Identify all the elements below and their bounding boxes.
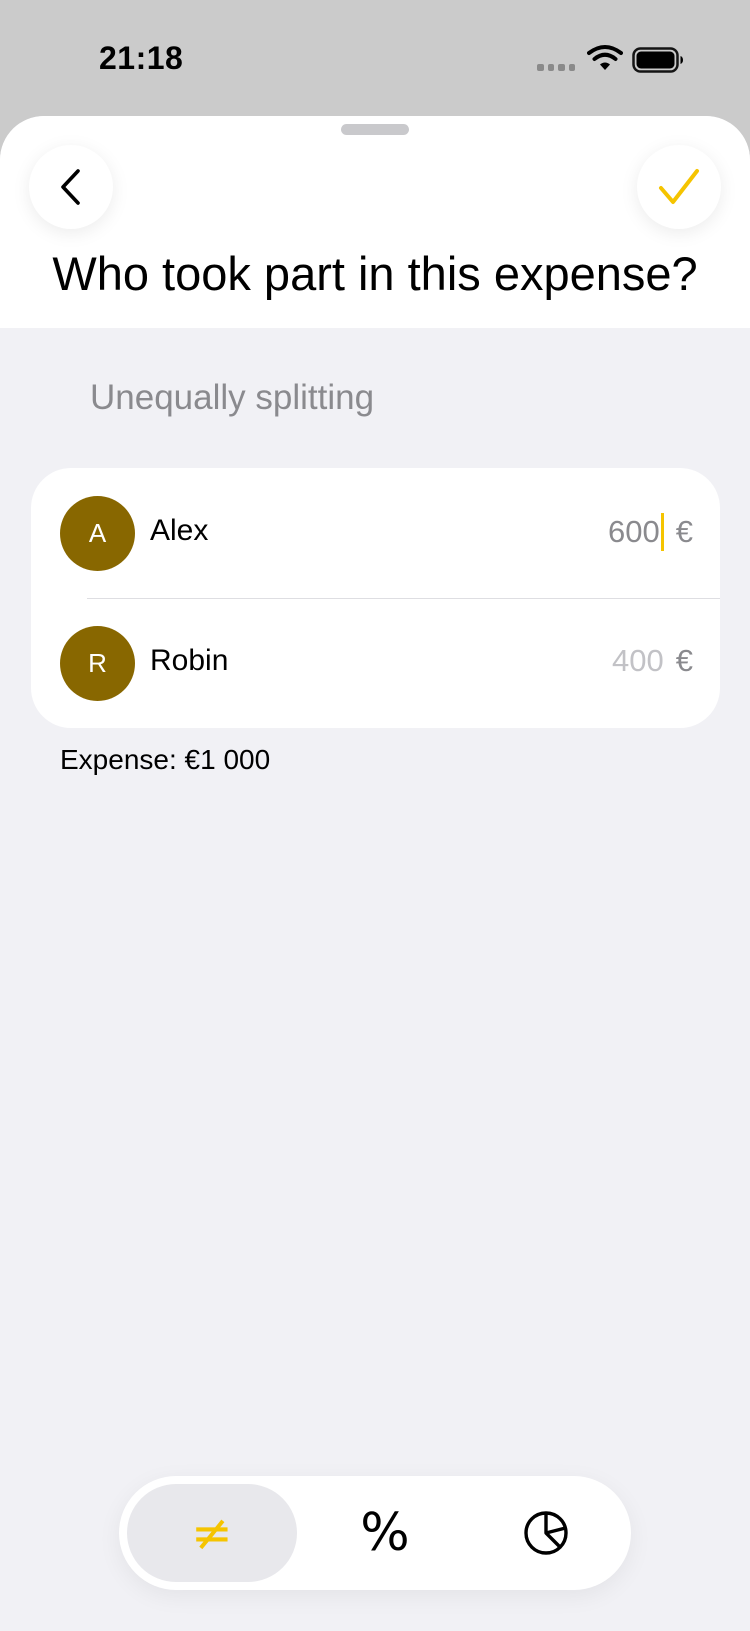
- sheet-grabber[interactable]: [341, 124, 409, 135]
- amount-input-alex[interactable]: [569, 514, 660, 550]
- chevron-left-icon: [61, 169, 80, 205]
- mode-unequal-button[interactable]: ≠: [127, 1484, 297, 1582]
- percent-icon: %: [360, 1503, 410, 1563]
- amount-input-robin[interactable]: [573, 643, 664, 679]
- currency-symbol: €: [675, 514, 693, 549]
- split-mode-switch: ≠ %: [119, 1476, 631, 1590]
- participant-row-robin[interactable]: R Robin €: [31, 598, 720, 728]
- status-bar: 21:18: [0, 0, 750, 116]
- mode-percent-button[interactable]: %: [315, 1484, 455, 1582]
- expense-total: Expense: €1 000: [60, 744, 271, 775]
- participant-name: Robin: [150, 644, 229, 677]
- page-title: Who took part in this expense?: [52, 247, 698, 300]
- pie-chart-icon: [524, 1511, 568, 1555]
- amount-field: €: [573, 643, 693, 679]
- checkmark-icon: [659, 169, 699, 204]
- amount-field: €: [569, 513, 693, 551]
- text-caret: [660, 513, 664, 551]
- battery-icon: [632, 47, 683, 73]
- cellular-signal-icon: [537, 64, 575, 74]
- split-mode-label: Unequally splitting: [90, 378, 375, 417]
- participant-name: Alex: [150, 514, 209, 547]
- status-time: 21:18: [99, 40, 184, 76]
- currency-symbol: €: [675, 643, 693, 678]
- participants-card: A Alex € R Robin €: [31, 468, 720, 728]
- avatar: A: [60, 496, 135, 571]
- sheet-header: Who took part in this expense?: [0, 116, 750, 328]
- expense-split-sheet: Who took part in this expense? Unequally…: [0, 116, 750, 1631]
- wifi-icon: [587, 45, 623, 70]
- not-equal-icon: ≠: [191, 1504, 233, 1562]
- confirm-button[interactable]: [637, 145, 721, 229]
- participant-row-alex[interactable]: A Alex €: [31, 468, 720, 598]
- back-button[interactable]: [29, 145, 113, 229]
- avatar: R: [60, 626, 135, 701]
- mode-shares-button[interactable]: [471, 1484, 621, 1582]
